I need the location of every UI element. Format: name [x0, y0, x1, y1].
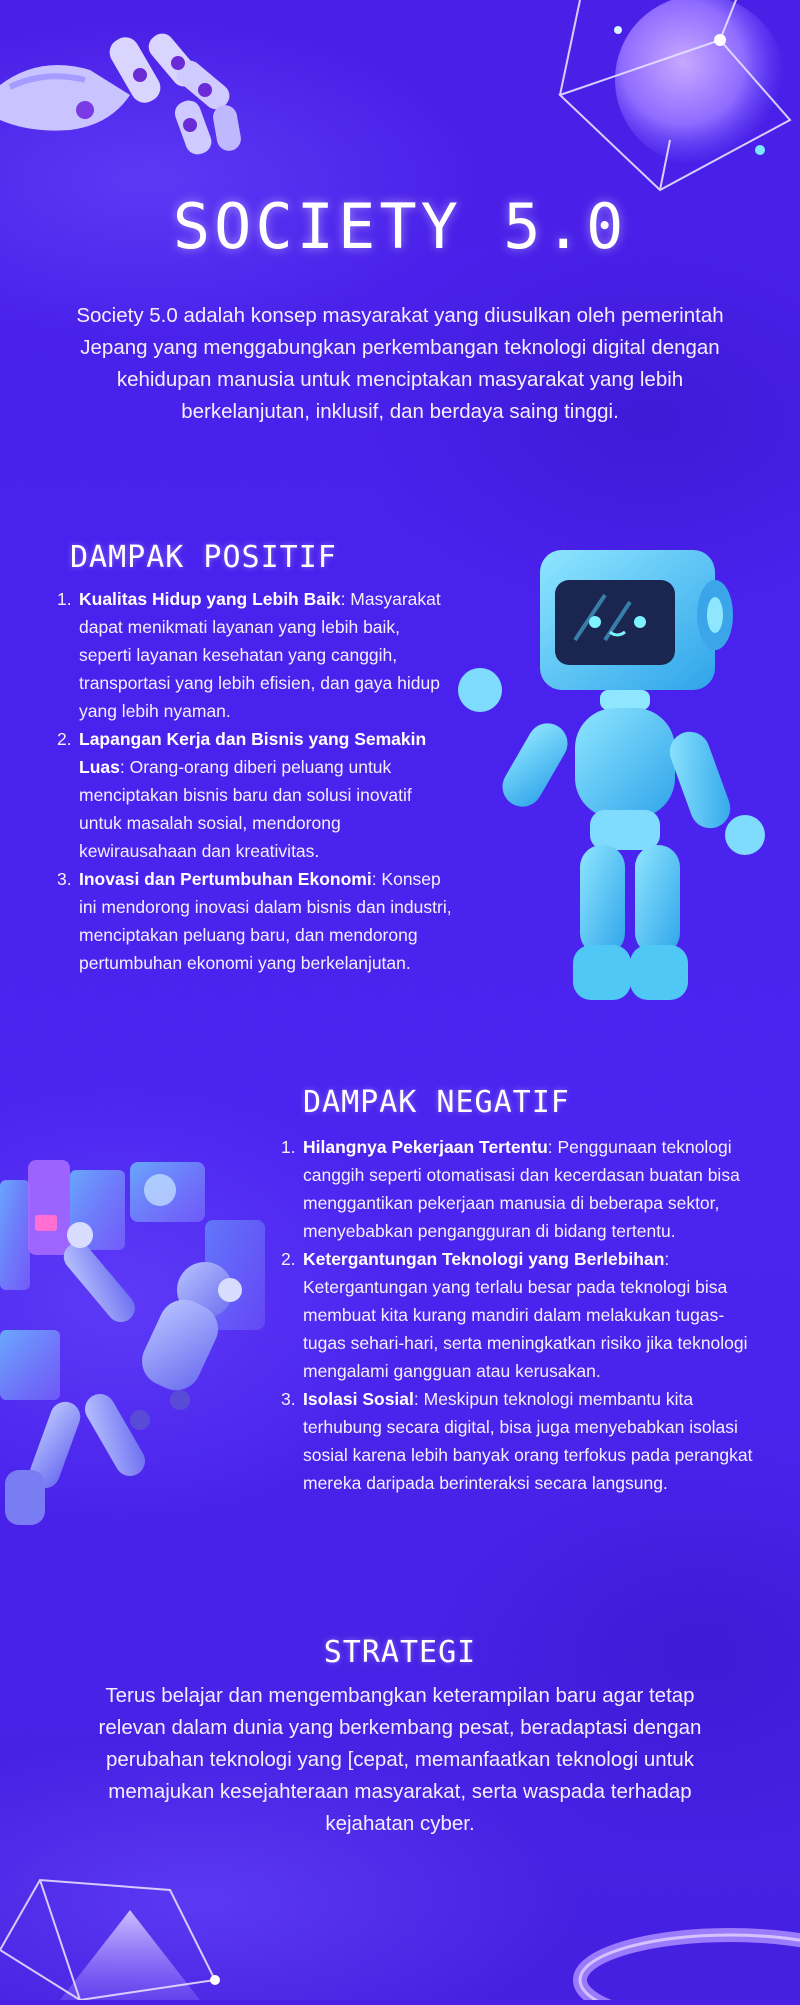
negative-list: 1. Hilangnya Pekerjaan Tertentu: Pengguna…: [281, 1133, 766, 1497]
list-item: 3. Isolasi Sosial: Meskipun teknologi mem…: [281, 1389, 753, 1493]
robot-tv-head-icon: [455, 540, 775, 1010]
robot-hand-icon: [0, 15, 260, 165]
list-item: 1. Hilangnya Pekerjaan Tertentu: Pengguna…: [281, 1137, 740, 1241]
negative-heading: DAMPAK NEGATIF: [303, 1085, 570, 1120]
robot-holo-screens-icon: [0, 1150, 280, 1540]
positive-list: 1. Kualitas Hidup yang Lebih Baik: Masyar…: [57, 585, 457, 977]
wireframe-pyramid-icon: [0, 1870, 240, 2002]
list-item: 2. Lapangan Kerja dan Bisnis yang Semakin…: [57, 729, 427, 861]
intro-paragraph: Society 5.0 adalah konsep masyarakat yan…: [76, 304, 724, 423]
strategy-heading: STRATEGI: [323, 1635, 477, 1670]
positive-heading: DAMPAK POSITIF: [70, 540, 337, 575]
list-item: 3. Inovasi dan Pertumbuhan Ekonomi: Konse…: [57, 869, 452, 973]
strategy-paragraph: Terus belajar dan mengembangkan keteramp…: [98, 1684, 702, 1835]
list-item: 1. Kualitas Hidup yang Lebih Baik: Masyar…: [57, 589, 441, 721]
list-item: 2. Ketergantungan Teknologi yang Berlebih…: [281, 1249, 748, 1381]
wireframe-cube-icon: [550, 0, 800, 200]
ring-icon: [560, 1905, 800, 2005]
page-title: SOCIETY 5.0: [172, 190, 628, 263]
